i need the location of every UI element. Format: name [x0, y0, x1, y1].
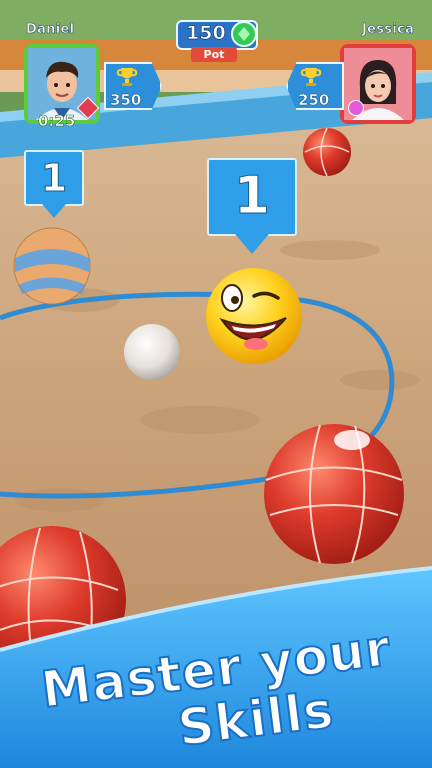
pink-gem-icon [348, 100, 364, 116]
distance-marker-left: 1 [24, 150, 84, 218]
distance-marker-center: 1 [207, 158, 297, 254]
green-gem-icon [231, 21, 257, 47]
score-right: 250 [298, 91, 330, 110]
red-boule-large [264, 424, 404, 564]
trophy-icon [116, 68, 138, 86]
emoji-ball [206, 268, 302, 364]
red-boule-far [303, 127, 351, 177]
game-scene[interactable]: Daniel 0:25 350 150 Pot Jessica 250 1 1 … [0, 0, 432, 768]
jack-ball [124, 324, 180, 380]
turn-timer: 0:25 [38, 112, 76, 131]
pot-label: Pot [203, 48, 225, 61]
pot-amount: 150 [186, 22, 226, 45]
player-name-left: Daniel [26, 22, 75, 38]
blue-striped-boule [13, 227, 91, 305]
trophy-icon [300, 68, 322, 86]
player-name-right: Jessica [362, 22, 415, 38]
score-left: 350 [110, 91, 142, 110]
